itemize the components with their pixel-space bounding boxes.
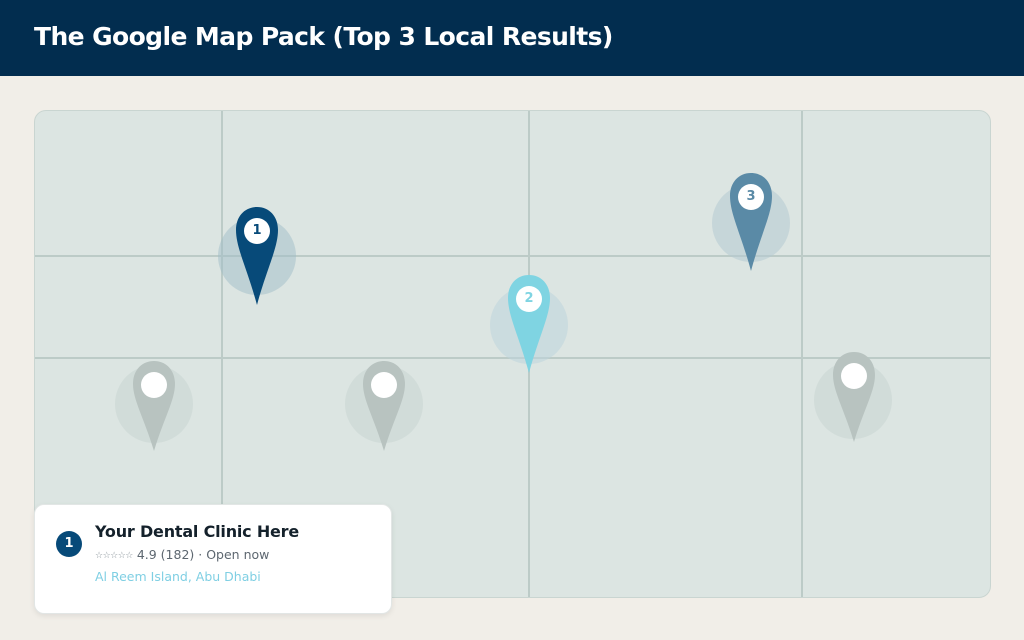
- map-pin-rank-1[interactable]: 1: [235, 206, 279, 305]
- map-road: [35, 255, 990, 257]
- rank-badge: 1: [56, 531, 82, 557]
- local-result-card[interactable]: 1 Your Dental Clinic Here ☆☆☆☆☆ 4.9 (182…: [34, 504, 392, 614]
- rating-row: ☆☆☆☆☆ 4.9 (182) · Open now: [95, 547, 269, 562]
- map-pin-icon[interactable]: [832, 351, 876, 443]
- business-address[interactable]: Al Reem Island, Abu Dhabi: [95, 569, 261, 584]
- map-pin-icon[interactable]: [362, 360, 406, 452]
- pin-rank-label: 2: [516, 286, 542, 312]
- pin-rank-label: 3: [738, 184, 764, 210]
- map-pin-rank-2[interactable]: 2: [507, 274, 551, 373]
- business-name[interactable]: Your Dental Clinic Here: [95, 522, 299, 541]
- pin-dot: [841, 363, 867, 389]
- map-pin-rank-3[interactable]: 3: [729, 172, 773, 271]
- page-title: The Google Map Pack (Top 3 Local Results…: [34, 22, 613, 51]
- pin-dot: [141, 372, 167, 398]
- pin-dot: [371, 372, 397, 398]
- map-pin-icon[interactable]: [132, 360, 176, 452]
- page-header: The Google Map Pack (Top 3 Local Results…: [0, 0, 1024, 76]
- pin-rank-label: 1: [244, 218, 270, 244]
- rating-text: 4.9 (182) · Open now: [136, 547, 270, 562]
- five-star-rating-icon: ☆☆☆☆☆: [95, 551, 133, 561]
- map-road: [801, 111, 803, 597]
